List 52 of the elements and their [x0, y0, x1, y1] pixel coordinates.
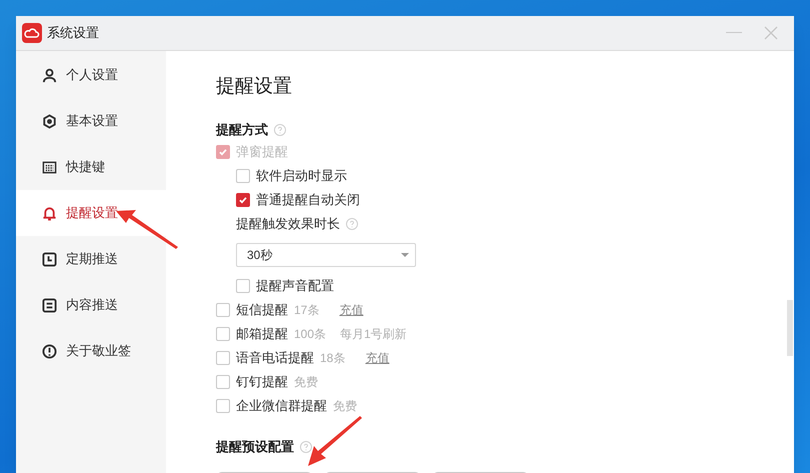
section-heading: 提醒方式	[216, 121, 268, 140]
recharge-link[interactable]: 充值	[365, 349, 390, 367]
close-icon[interactable]	[764, 26, 778, 40]
recharge-link[interactable]: 充值	[339, 301, 364, 319]
checkbox[interactable]	[216, 375, 230, 389]
note-text: 每月1号刷新	[340, 326, 407, 343]
page-title: 提醒设置	[216, 75, 293, 99]
help-icon[interactable]	[300, 441, 312, 453]
sidebar-item[interactable]: 关于敬业签	[16, 328, 166, 374]
quota-text: 免费	[333, 398, 357, 415]
option-label: 软件启动时显示	[256, 167, 347, 186]
minimize-icon[interactable]	[726, 32, 742, 34]
option-label: 企业微信群提醒	[236, 397, 327, 416]
document-icon	[42, 298, 57, 312]
option-label: 语音电话提醒	[236, 349, 314, 368]
checkbox[interactable]	[216, 399, 230, 413]
checkbox[interactable]	[216, 327, 230, 341]
clock-icon	[42, 252, 57, 266]
sidebar-item[interactable]: 快捷键	[16, 144, 166, 190]
option-label: 邮箱提醒	[236, 325, 288, 344]
keyboard-icon	[42, 160, 57, 174]
help-icon[interactable]	[274, 124, 286, 136]
option-label: 普通提醒自动关闭	[256, 191, 360, 210]
option-label: 弹窗提醒	[236, 143, 288, 162]
sidebar-item[interactable]: 定期推送	[16, 236, 166, 282]
bell-icon	[42, 206, 57, 220]
quota-text: 18条	[320, 350, 346, 367]
dropdown-caret-icon	[401, 253, 409, 257]
checkbox[interactable]	[216, 303, 230, 317]
option-label: 提醒触发效果时长	[236, 215, 340, 234]
scrollbar-thumb[interactable]	[787, 300, 793, 356]
cloud-logo-icon	[22, 23, 42, 43]
quota-text: 100条	[294, 326, 326, 343]
quota-text: 免费	[294, 374, 318, 391]
option-label: 短信提醒	[236, 301, 288, 320]
pointer-arrow-drawing	[116, 209, 178, 249]
sidebar-item[interactable]: 基本设置	[16, 98, 166, 144]
pointer-arrow-drawing	[306, 416, 362, 468]
window-title: 系统设置	[47, 24, 99, 42]
check-icon	[218, 147, 228, 157]
sidebar-item[interactable]: 内容推送	[16, 282, 166, 328]
check-icon	[238, 195, 248, 205]
option-label: 提醒声音配置	[256, 277, 334, 296]
person-icon	[42, 68, 57, 82]
hexagon-icon	[42, 114, 57, 128]
option-label: 钉钉提醒	[236, 373, 288, 392]
section-heading: 提醒预设配置	[216, 438, 294, 456]
sidebar-item[interactable]: 提醒设置	[16, 190, 166, 236]
info-icon	[42, 344, 57, 358]
checkbox[interactable]	[216, 351, 230, 365]
quota-text: 17条	[294, 302, 320, 319]
sidebar-item[interactable]: 个人设置	[16, 52, 166, 98]
